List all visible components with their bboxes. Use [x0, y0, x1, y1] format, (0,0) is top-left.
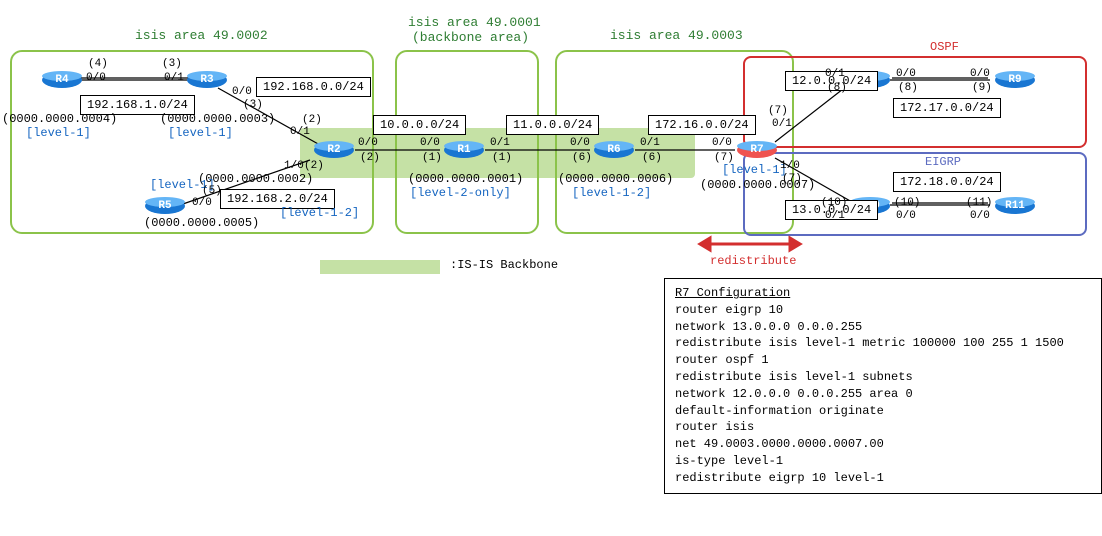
router-r9: R9 — [993, 70, 1037, 90]
router-r1: R1 — [442, 140, 486, 160]
port-r1-01: 0/1 — [490, 137, 510, 149]
net-172-18-0: 172.18.0.0/24 — [893, 172, 1001, 192]
sysid-r4: (0000.0000.0004) — [2, 112, 117, 126]
ip-7b: (7) — [768, 105, 788, 117]
port-r11-00: 0/0 — [970, 210, 990, 222]
config-l11: redistribute eigrp 10 level-1 — [675, 470, 1091, 487]
config-l4: router ospf 1 — [675, 352, 1091, 369]
router-r6: R6 — [592, 140, 636, 160]
port-r10-00: 0/0 — [896, 210, 916, 222]
level-r3: [level-1] — [168, 126, 233, 140]
net-11-0-0: 11.0.0.0/24 — [506, 115, 599, 135]
port-r6-00: 0/0 — [570, 137, 590, 149]
ip-10b: (10) — [894, 197, 920, 209]
sysid-r5: (0000.0000.0005) — [144, 216, 259, 230]
ip-9: (9) — [972, 82, 992, 94]
router-r3: R3 — [185, 70, 229, 90]
ip-6a: (6) — [572, 152, 592, 164]
ip-11: (11) — [966, 197, 992, 209]
ip-10a: (10) — [821, 197, 847, 209]
redistribute-label: redistribute — [710, 254, 796, 268]
ip-2a: (2) — [302, 114, 322, 126]
sysid-r6: (0000.0000.0006) — [558, 172, 673, 186]
port-r10-01: 0/1 — [825, 210, 845, 222]
sysid-r2: (0000.0000.0002) — [198, 172, 313, 186]
router-r1-label: R1 — [457, 144, 470, 156]
ip-3a: (3) — [162, 58, 182, 70]
port-r4-00: 0/0 — [86, 72, 106, 84]
port-r8-00: 0/0 — [896, 68, 916, 80]
legend-text: :IS-IS Backbone — [450, 258, 558, 272]
port-r2-10: 1/0 — [284, 160, 304, 172]
ip-7c: (7) — [782, 173, 802, 185]
port-r3-01: 0/1 — [164, 72, 184, 84]
ip-8b: (8) — [898, 82, 918, 94]
level-r6: [level-1-2] — [572, 186, 651, 200]
config-l1: router eigrp 10 — [675, 302, 1091, 319]
router-r7: R7 — [735, 140, 779, 160]
sysid-r3: (0000.0000.0003) — [160, 112, 275, 126]
port-r5-00: 0/0 — [192, 197, 212, 209]
level-r1: [level-2-only] — [410, 186, 511, 200]
router-r9-label: R9 — [1008, 74, 1021, 86]
port-r7-01: 0/1 — [772, 118, 792, 130]
net-10-0-0: 10.0.0.0/24 — [373, 115, 466, 135]
config-l6: network 12.0.0.0 0.0.0.255 area 0 — [675, 386, 1091, 403]
router-r7-label: R7 — [750, 144, 763, 156]
router-r4: R4 — [40, 70, 84, 90]
r7-config-box: R7 Configuration router eigrp 10 network… — [664, 278, 1102, 494]
legend-swatch — [320, 260, 440, 274]
port-r3-00a: 0/0 — [232, 86, 252, 98]
net-192-168-0: 192.168.0.0/24 — [256, 77, 371, 97]
config-l8: router isis — [675, 419, 1091, 436]
router-r11-label: R11 — [1005, 200, 1025, 212]
router-r5-label: R5 — [158, 200, 171, 212]
ip-3b: (3) — [243, 99, 263, 111]
ip-6b: (6) — [642, 152, 662, 164]
port-r6-01: 0/1 — [640, 137, 660, 149]
config-l9: net 49.0003.0000.0000.0007.00 — [675, 436, 1091, 453]
router-r3-label: R3 — [200, 74, 213, 86]
level-r7: [level-1] — [722, 163, 787, 177]
sysid-r1: (0000.0000.0001) — [408, 172, 523, 186]
ip-1a: (1) — [422, 152, 442, 164]
router-r2: R2 — [312, 140, 356, 160]
port-r7-00: 0/0 — [712, 137, 732, 149]
config-l3: redistribute isis level-1 metric 100000 … — [675, 335, 1091, 352]
router-r4-label: R4 — [55, 74, 68, 86]
router-r11: R11 — [993, 196, 1037, 216]
config-l2: network 13.0.0.0 0.0.0.255 — [675, 319, 1091, 336]
port-r2-00: 0/0 — [358, 137, 378, 149]
router-r2-label: R2 — [327, 144, 340, 156]
net-172-17-0: 172.17.0.0/24 — [893, 98, 1001, 118]
config-l7: default-information originate — [675, 403, 1091, 420]
router-r5: R5 — [143, 196, 187, 216]
config-title: R7 Configuration — [675, 285, 1091, 302]
ip-7a: (7) — [714, 152, 734, 164]
level-r4: [level-1] — [26, 126, 91, 140]
ip-2c: (2) — [360, 152, 380, 164]
config-l10: is-type level-1 — [675, 453, 1091, 470]
ip-8a: (8) — [827, 82, 847, 94]
config-l5: redistribute isis level-1 subnets — [675, 369, 1091, 386]
level-r2: [level-1-2] — [280, 206, 359, 220]
net-172-16-0: 172.16.0.0/24 — [648, 115, 756, 135]
port-r9-00: 0/0 — [970, 68, 990, 80]
port-r7-10: 1/0 — [780, 160, 800, 172]
ip-2b: (2) — [304, 160, 324, 172]
ip-1b: (1) — [492, 152, 512, 164]
router-r6-label: R6 — [607, 144, 620, 156]
port-r8-01: 0/1 — [825, 68, 845, 80]
port-r1-00: 0/0 — [420, 137, 440, 149]
port-r2-01: 0/1 — [290, 126, 310, 138]
ip-4: (4) — [88, 58, 108, 70]
ip-5: (5) — [202, 185, 222, 197]
